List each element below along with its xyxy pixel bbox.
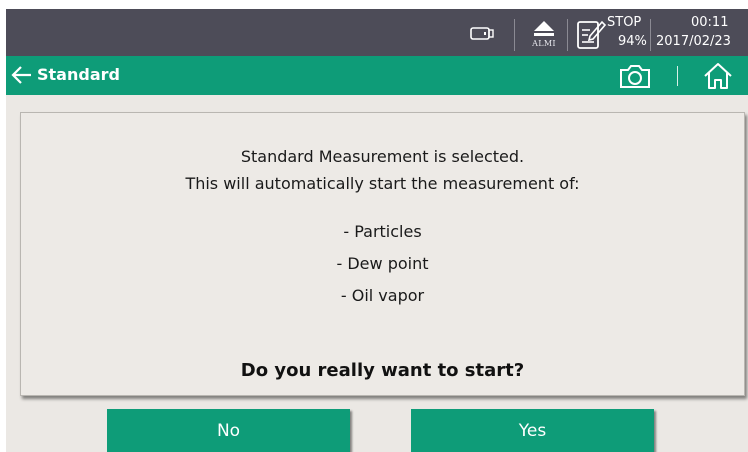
title-bar: Standard [6,56,748,95]
yes-button[interactable]: Yes [411,409,654,452]
logger-edit-icon[interactable] [576,18,606,50]
dialog-message-line2: This will automatically start the measur… [185,174,580,193]
measurement-item-oil-vapor: - Oil vapor [340,286,425,305]
measurement-item-particles: - Particles [343,222,422,241]
clock-time: 00:11 [691,15,729,30]
status-separator [650,19,651,51]
measurement-item-dew-point: - Dew point [336,254,429,273]
alarm-triangle-icon [534,21,554,31]
device-screen: ALMI STOP 94% 00:11 2017/02/23 Standard [6,9,748,452]
logger-percent: 94% [618,34,647,49]
clock-date: 2017/02/23 [656,34,731,49]
page-title: Standard [37,65,120,84]
status-bar: ALMI STOP 94% 00:11 2017/02/23 [6,9,748,56]
no-button[interactable]: No [107,409,350,452]
dialog-message-line1: Standard Measurement is selected. [240,147,525,166]
dialog-question: Do you really want to start? [240,360,525,381]
logger-status: STOP [607,15,642,30]
back-arrow-icon[interactable] [10,65,32,85]
title-separator [677,66,678,86]
status-separator [514,19,515,51]
alarm-label: ALMI [532,39,556,48]
confirm-dialog: Standard Measurement is selected. This w… [20,112,745,396]
alarm-bar [534,33,554,36]
usb-stick-icon [470,27,494,40]
home-icon[interactable] [703,62,733,90]
alarm-indicator[interactable]: ALMI [529,17,559,51]
camera-icon[interactable] [619,63,651,89]
status-separator [567,19,568,51]
